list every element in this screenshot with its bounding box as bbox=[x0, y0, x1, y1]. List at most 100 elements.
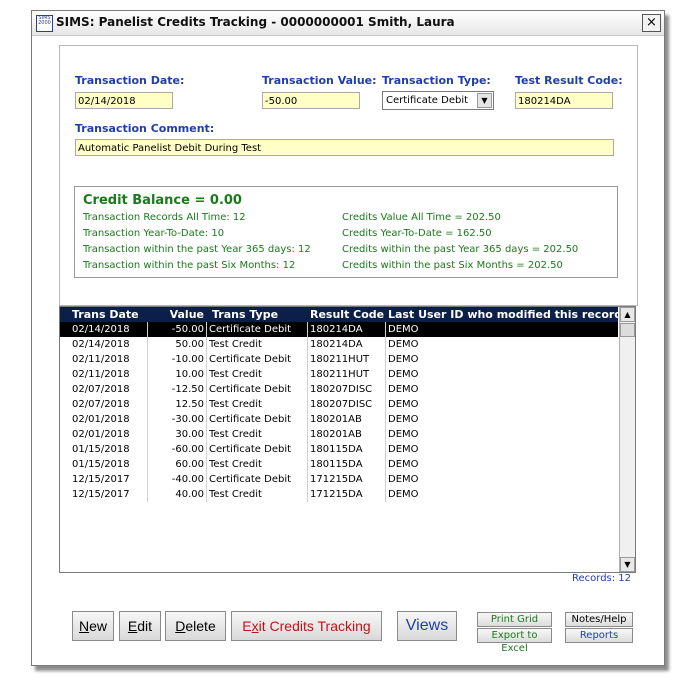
cell-last-user: DEMO bbox=[388, 474, 419, 485]
col-header-trans-date[interactable]: Trans Date bbox=[72, 307, 139, 322]
cell-trans-type: Test Credit bbox=[209, 489, 262, 500]
export-to-excel-button[interactable]: Export to Excel bbox=[477, 628, 552, 654]
transaction-type-select[interactable]: Certificate Debit ▼ bbox=[382, 91, 494, 110]
cell-value: 50.00 bbox=[175, 339, 204, 350]
col-header-trans-type[interactable]: Trans Type bbox=[212, 307, 278, 322]
views-button[interactable]: Views bbox=[397, 611, 457, 641]
close-button[interactable]: × bbox=[642, 14, 661, 32]
table-row[interactable]: 02/11/2018 10.00 Test Credit 180211HUT DEMO bbox=[60, 367, 618, 382]
cell-value: -10.00 bbox=[171, 354, 204, 365]
transaction-value-field[interactable]: -50.00 bbox=[262, 92, 360, 109]
delete-button[interactable]: Delete bbox=[165, 611, 226, 641]
cell-trans-date: 01/15/2018 bbox=[72, 459, 130, 470]
title-bar[interactable]: SIMS 2000 SIMS: Panelist Credits Trackin… bbox=[32, 11, 664, 36]
stat-credits-six-months: Credits within the past Six Months = 202… bbox=[342, 260, 563, 271]
cell-trans-date: 02/14/2018 bbox=[72, 339, 130, 350]
cell-value: -40.00 bbox=[171, 474, 204, 485]
transaction-comment-field[interactable]: Automatic Panelist Debit During Test bbox=[75, 139, 614, 156]
cell-last-user: DEMO bbox=[388, 444, 419, 455]
cell-trans-type: Test Credit bbox=[209, 339, 262, 350]
cell-result-code: 180211HUT bbox=[310, 369, 370, 380]
table-row[interactable]: 02/07/2018 -12.50 Certificate Debit 180207D… bbox=[60, 382, 618, 397]
cell-trans-type: Certificate Debit bbox=[209, 444, 292, 455]
grid-scrollbar[interactable]: ▲ ▼ bbox=[619, 307, 635, 572]
cell-result-code: 171215DA bbox=[310, 489, 363, 500]
new-label: ew bbox=[89, 618, 108, 634]
scroll-thumb[interactable] bbox=[620, 323, 635, 337]
cell-result-code: 180214DA bbox=[310, 324, 363, 335]
col-header-value[interactable]: Value bbox=[148, 307, 204, 322]
transaction-value-label: Transaction Value: bbox=[262, 74, 377, 87]
col-divider bbox=[385, 322, 386, 502]
table-row[interactable]: 01/15/2018 60.00 Test Credit 180115DA DEMO bbox=[60, 457, 618, 472]
cell-last-user: DEMO bbox=[388, 429, 419, 440]
col-divider bbox=[307, 322, 308, 502]
scroll-up-icon[interactable]: ▲ bbox=[620, 307, 635, 322]
transaction-panel: Transaction Date: 02/14/2018 Transaction… bbox=[59, 45, 638, 306]
delete-accel: D bbox=[175, 618, 186, 634]
cell-last-user: DEMO bbox=[388, 354, 419, 365]
cell-value: 10.00 bbox=[175, 369, 204, 380]
table-row[interactable]: 02/14/2018 50.00 Test Credit 180214DA DEMO bbox=[60, 337, 618, 352]
notes-help-button[interactable]: Notes/Help bbox=[565, 612, 633, 627]
table-row[interactable]: 02/07/2018 12.50 Test Credit 180207DISC DEMO bbox=[60, 397, 618, 412]
table-row[interactable]: 02/01/2018 -30.00 Certificate Debit 180201A… bbox=[60, 412, 618, 427]
cell-result-code: 180207DISC bbox=[310, 399, 373, 410]
cell-trans-type: Certificate Debit bbox=[209, 384, 292, 395]
cell-result-code: 180211HUT bbox=[310, 354, 370, 365]
cell-trans-date: 02/01/2018 bbox=[72, 429, 130, 440]
chevron-down-icon[interactable]: ▼ bbox=[477, 93, 492, 108]
table-row[interactable]: 02/01/2018 30.00 Test Credit 180201AB DEMO bbox=[60, 427, 618, 442]
grid-header: Trans Date Value Trans Type Result Code … bbox=[60, 307, 622, 322]
cell-value: -60.00 bbox=[171, 444, 204, 455]
transaction-comment-label: Transaction Comment: bbox=[75, 122, 215, 135]
cell-result-code: 180214DA bbox=[310, 339, 363, 350]
stat-records-all-time: Transaction Records All Time: 12 bbox=[83, 212, 246, 223]
col-header-result-code[interactable]: Result Code bbox=[310, 307, 384, 322]
reports-button[interactable]: Reports bbox=[565, 628, 633, 643]
cell-result-code: 180201AB bbox=[310, 414, 362, 425]
cell-value: 60.00 bbox=[175, 459, 204, 470]
cell-trans-date: 02/14/2018 bbox=[72, 324, 130, 335]
cell-last-user: DEMO bbox=[388, 414, 419, 425]
cell-last-user: DEMO bbox=[388, 384, 419, 395]
cell-last-user: DEMO bbox=[388, 339, 419, 350]
table-row[interactable]: 01/15/2018 -60.00 Certificate Debit 180115D… bbox=[60, 442, 618, 457]
test-result-code-field[interactable]: 180214DA bbox=[515, 92, 613, 109]
cell-result-code: 180201AB bbox=[310, 429, 362, 440]
cell-trans-type: Test Credit bbox=[209, 459, 262, 470]
transactions-grid[interactable]: Trans Date Value Trans Type Result Code … bbox=[59, 306, 636, 573]
cell-last-user: DEMO bbox=[388, 489, 419, 500]
credits-tracking-window: SIMS 2000 SIMS: Panelist Credits Trackin… bbox=[31, 10, 665, 666]
exit-label-rest: it Credits Tracking bbox=[258, 618, 371, 634]
new-accel: N bbox=[78, 618, 90, 634]
transaction-date-label: Transaction Date: bbox=[75, 74, 185, 87]
stat-credits-all-time: Credits Value All Time = 202.50 bbox=[342, 212, 501, 223]
table-row[interactable]: 12/15/2017 -40.00 Certificate Debit 171215D… bbox=[60, 472, 618, 487]
cell-trans-date: 12/15/2017 bbox=[72, 489, 130, 500]
exit-credits-tracking-button[interactable]: Exit Credits Tracking bbox=[231, 611, 382, 641]
new-button[interactable]: New bbox=[72, 611, 114, 641]
scroll-down-icon[interactable]: ▼ bbox=[620, 557, 635, 572]
stat-records-year: Transaction within the past Year 365 day… bbox=[83, 244, 311, 255]
transaction-date-field[interactable]: 02/14/2018 bbox=[75, 92, 173, 109]
edit-button[interactable]: Edit bbox=[119, 611, 161, 641]
cell-value: 12.50 bbox=[175, 399, 204, 410]
sims-app-icon: SIMS 2000 bbox=[36, 15, 53, 32]
print-grid-button[interactable]: Print Grid bbox=[477, 612, 552, 627]
table-row[interactable]: 02/14/2018 -50.00 Certificate Debit 180214D… bbox=[60, 322, 618, 337]
cell-trans-date: 02/01/2018 bbox=[72, 414, 130, 425]
col-header-last-user[interactable]: Last User ID who modified this record bbox=[388, 307, 622, 322]
cell-trans-type: Certificate Debit bbox=[209, 474, 292, 485]
credit-balance-box: Credit Balance = 0.00 Transaction Record… bbox=[74, 186, 618, 278]
cell-last-user: DEMO bbox=[388, 399, 419, 410]
exit-accel: x bbox=[251, 618, 259, 634]
stat-credits-year: Credits within the past Year 365 days = … bbox=[342, 244, 579, 255]
cell-last-user: DEMO bbox=[388, 324, 419, 335]
cell-last-user: DEMO bbox=[388, 459, 419, 470]
stat-records-six-months: Transaction within the past Six Months: … bbox=[83, 260, 296, 271]
table-row[interactable]: 12/15/2017 40.00 Test Credit 171215DA DEMO bbox=[60, 487, 618, 502]
table-row[interactable]: 02/11/2018 -10.00 Certificate Debit 180211H… bbox=[60, 352, 618, 367]
exit-label-pre: E bbox=[242, 618, 252, 634]
cell-trans-type: Certificate Debit bbox=[209, 354, 292, 365]
